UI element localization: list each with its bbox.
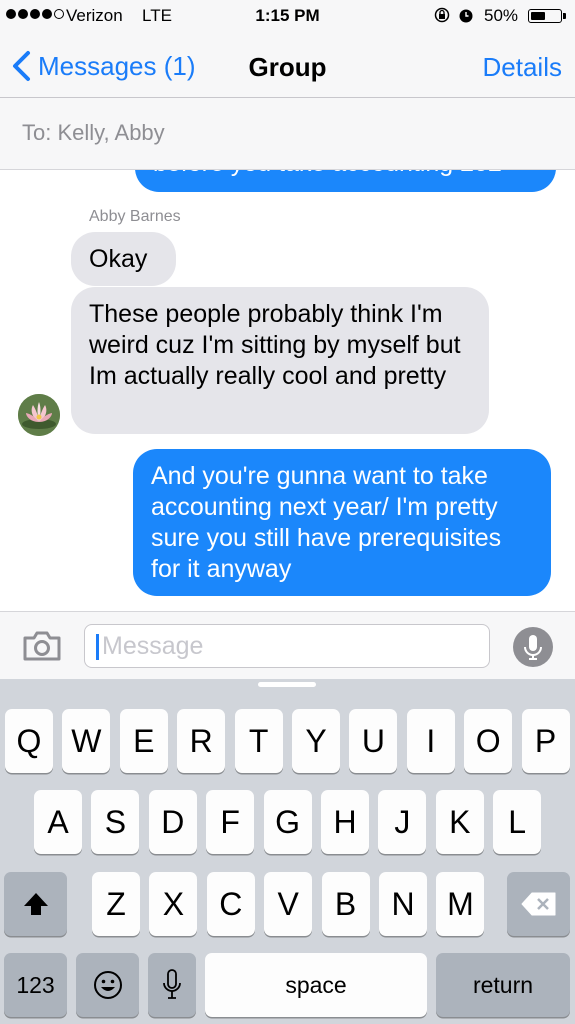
key-i[interactable]: I [406, 709, 455, 773]
key-j[interactable]: J [378, 790, 427, 854]
back-button[interactable]: Messages (1) [10, 50, 196, 82]
key-v[interactable]: V [264, 872, 313, 936]
keyboard-handle [258, 682, 316, 687]
navigation-bar: Messages (1) Group Details [0, 32, 575, 98]
key-n[interactable]: N [379, 872, 427, 936]
dictation-key[interactable] [148, 953, 196, 1017]
key-z[interactable]: Z [92, 872, 140, 936]
keyboard: QWERTYUIOP ASDFGHJKL ZXCVBNM 123 space r… [0, 679, 575, 1024]
back-button-label: Messages (1) [38, 50, 196, 81]
battery-icon [528, 9, 566, 23]
chevron-left-icon [13, 51, 30, 81]
key-p[interactable]: P [521, 709, 570, 773]
microphone-icon [163, 969, 181, 999]
key-y[interactable]: Y [292, 709, 340, 773]
outgoing-message[interactable]: And you're gunna want to take accounting… [133, 449, 551, 596]
key-a[interactable]: A [34, 790, 82, 854]
dictation-button[interactable] [513, 627, 553, 667]
key-s[interactable]: S [91, 790, 140, 854]
alarm-icon [459, 9, 473, 23]
key-b[interactable]: B [321, 872, 370, 936]
shift-arrow-icon [23, 893, 48, 915]
message-placeholder: Message [102, 632, 204, 660]
text-cursor [96, 634, 99, 660]
emoji-key[interactable] [76, 953, 139, 1017]
rotation-lock-icon [434, 7, 450, 23]
key-c[interactable]: C [206, 872, 255, 936]
key-k[interactable]: K [435, 790, 484, 854]
conversation[interactable]: before you take accounting 202 Abby Barn… [0, 170, 575, 611]
key-t[interactable]: T [234, 709, 283, 773]
recipients-field[interactable]: To: Kelly, Abby [0, 98, 575, 170]
key-d[interactable]: D [148, 790, 197, 854]
key-g[interactable]: G [263, 790, 312, 854]
lotus-flower-icon [18, 394, 60, 436]
header: Verizon LTE 1:15 PM 50% Messages (1) Gro… [0, 0, 575, 98]
key-q[interactable]: Q [5, 709, 53, 773]
message-input-bar: Message [0, 611, 575, 679]
numbers-key[interactable]: 123 [4, 953, 67, 1017]
battery-percentage: 50% [484, 6, 519, 25]
outgoing-message[interactable]: before you take accounting 202 [135, 170, 556, 192]
space-key[interactable]: space [205, 953, 427, 1017]
camera-icon[interactable] [22, 630, 62, 662]
delete-key[interactable] [507, 872, 570, 936]
smiley-icon [93, 971, 122, 999]
incoming-message[interactable]: Okay [71, 232, 176, 286]
key-f[interactable]: F [206, 790, 255, 854]
return-key[interactable]: return [436, 953, 570, 1017]
sender-name: Abby Barnes [89, 208, 181, 225]
message-input[interactable]: Message [84, 624, 490, 668]
microphone-icon [524, 635, 542, 660]
shift-key[interactable] [4, 872, 67, 936]
key-e[interactable]: E [119, 709, 168, 773]
key-u[interactable]: U [349, 709, 398, 773]
key-l[interactable]: L [493, 790, 542, 854]
key-o[interactable]: O [464, 709, 513, 773]
key-h[interactable]: H [321, 790, 369, 854]
incoming-message[interactable]: These people probably think I'm weird cu… [71, 287, 489, 434]
key-w[interactable]: W [62, 709, 111, 773]
key-x[interactable]: X [149, 872, 198, 936]
details-button[interactable]: Details [483, 52, 562, 83]
key-m[interactable]: M [436, 872, 485, 936]
key-r[interactable]: R [177, 709, 226, 773]
backspace-icon [521, 892, 555, 916]
avatar[interactable] [18, 394, 60, 436]
status-bar: Verizon LTE 1:15 PM 50% [0, 0, 575, 32]
